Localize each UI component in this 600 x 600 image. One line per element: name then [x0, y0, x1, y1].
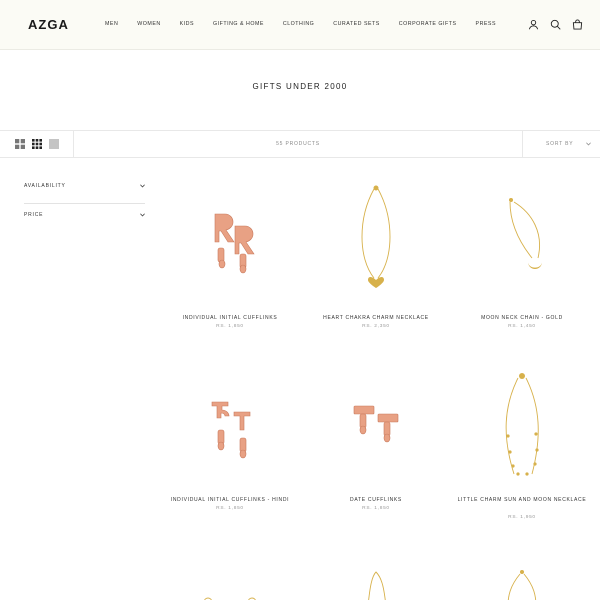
header-actions — [528, 19, 583, 30]
nav-press[interactable]: PRESS — [476, 21, 496, 31]
search-icon[interactable] — [550, 19, 561, 30]
nav-women[interactable]: WOMEN — [137, 21, 160, 31]
site-header: AZGA MEN WOMEN KIDS GIFTING & HOME CLOTH… — [0, 0, 600, 50]
product-price: RS. 1,450 — [508, 324, 536, 329]
product-price: RS. 2,350 — [362, 324, 390, 329]
product-price: RS. 1,850 — [216, 506, 244, 511]
filter-availability[interactable]: AVAILABILITY — [24, 175, 145, 204]
filters-sidebar: AVAILABILITY PRICE — [24, 175, 145, 233]
products-count: 55 PRODUCTS — [276, 141, 320, 147]
filter-price[interactable]: PRICE — [24, 204, 145, 233]
filter-label: AVAILABILITY — [24, 183, 66, 189]
product-image[interactable] — [452, 366, 592, 496]
product-title[interactable]: INDIVIDUAL INITIAL CUFFLINKS — [160, 314, 300, 322]
sort-by-button[interactable]: SORT BY — [522, 131, 600, 157]
layout-switcher — [0, 131, 74, 157]
chevron-down-icon — [586, 142, 591, 146]
product-title[interactable]: HEART CHAKRA CHARM NECKLACE — [306, 314, 446, 322]
filter-label: PRICE — [24, 212, 44, 218]
main-nav: MEN WOMEN KIDS GIFTING & HOME CLOTHING C… — [105, 21, 496, 31]
cart-icon[interactable] — [572, 19, 583, 30]
nav-curated-sets[interactable]: CURATED SETS — [333, 21, 380, 31]
nav-corporate-gifts[interactable]: CORPORATE GIFTS — [399, 21, 457, 31]
grid-2-icon[interactable] — [15, 139, 25, 149]
product-price: RS. 1,850 — [216, 324, 244, 329]
product-image[interactable] — [452, 178, 592, 308]
nav-gifting-home[interactable]: GIFTING & HOME — [213, 21, 264, 31]
page-title: GIFTS UNDER 2000 — [252, 82, 348, 91]
brand-logo[interactable]: AZGA — [28, 17, 69, 32]
product-title[interactable]: DATE CUFFLINKS — [306, 496, 446, 504]
product-title[interactable]: INDIVIDUAL INITIAL CUFFLINKS - HINDI — [160, 496, 300, 504]
product-image[interactable] — [160, 566, 300, 600]
grid-1-icon[interactable] — [49, 139, 59, 149]
nav-clothing[interactable]: CLOTHING — [283, 21, 314, 31]
account-icon[interactable] — [528, 19, 539, 30]
product-title[interactable]: LITTLE CHARM SUN AND MOON NECKLACE — [452, 496, 592, 504]
nav-kids[interactable]: KIDS — [180, 21, 194, 31]
product-image[interactable] — [160, 366, 300, 496]
product-price: RS. 1,950 — [508, 515, 536, 520]
product-price: RS. 1,850 — [362, 506, 390, 511]
sort-by-label: SORT BY — [546, 141, 574, 147]
product-image[interactable] — [306, 566, 446, 600]
product-image[interactable] — [452, 566, 592, 600]
product-image[interactable] — [160, 178, 300, 308]
collection-toolbar: 55 PRODUCTS SORT BY — [0, 130, 600, 158]
chevron-down-icon — [140, 184, 145, 188]
product-title[interactable]: MOON NECK CHAIN - GOLD — [452, 314, 592, 322]
nav-men[interactable]: MEN — [105, 21, 118, 31]
product-image[interactable] — [306, 366, 446, 496]
product-image[interactable] — [306, 178, 446, 308]
chevron-down-icon — [140, 213, 145, 217]
grid-3-icon[interactable] — [32, 139, 42, 149]
